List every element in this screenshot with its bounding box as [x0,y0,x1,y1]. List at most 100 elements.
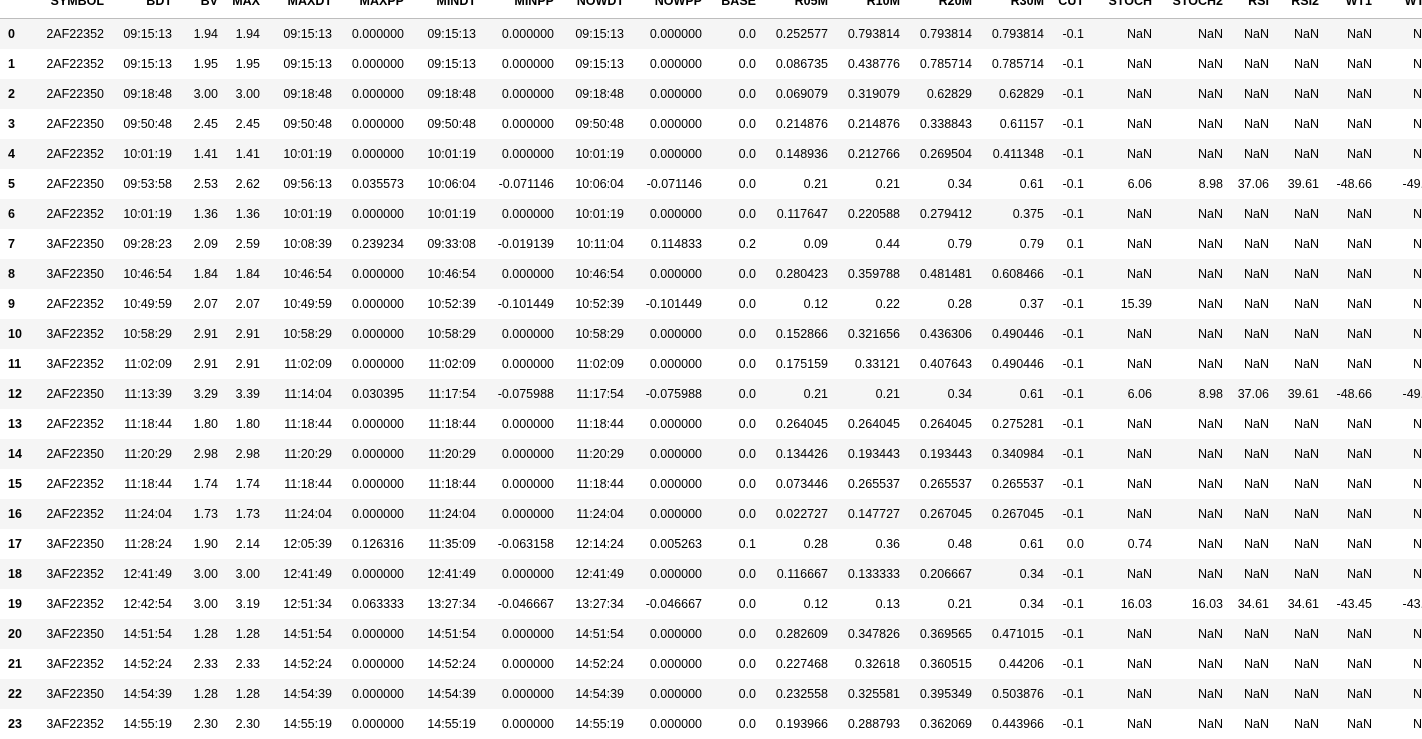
column-header-bv: BV [176,0,222,19]
cell-rsi2: NaN [1273,349,1323,379]
cell-base: 0.0 [706,49,760,79]
cell-base: 0.0 [706,349,760,379]
cell-maxdt: 10:08:39 [264,229,336,259]
cell-bv: 1.84 [176,259,222,289]
cell-stoch2: NaN [1156,649,1227,679]
cell-base: 0.0 [706,259,760,289]
cell-max: 3.00 [222,79,264,109]
cell-wt12: NaN [1376,49,1422,79]
cell-maxdt: 09:50:48 [264,109,336,139]
cell-symbol: 3AF22352 [34,589,108,619]
cell-symbol: 3AF22352 [34,649,108,679]
cell-rsi: 37.06 [1227,169,1273,199]
cell-wt1: NaN [1323,649,1376,679]
cell-nowpp: -0.071146 [628,169,706,199]
cell-nowdt: 14:51:54 [558,619,628,649]
cell-base: 0.0 [706,619,760,649]
table-body: 02AF2235209:15:131.941.9409:15:130.00000… [0,19,1422,739]
cell-nowpp: 0.000000 [628,679,706,709]
cell-mindt: 09:33:08 [408,229,480,259]
column-header-wt12: WT12 [1376,0,1422,19]
cell-wt1: NaN [1323,19,1376,50]
cell-bdt: 14:52:24 [108,649,176,679]
cell-rsi2: NaN [1273,19,1323,50]
cell-wt1: NaN [1323,49,1376,79]
cell-stoch: NaN [1088,79,1156,109]
cell-mindt: 14:55:19 [408,709,480,739]
cell-maxdt: 10:01:19 [264,139,336,169]
row-index: 6 [0,199,34,229]
cell-maxpp: 0.000000 [336,679,408,709]
cell-base: 0.2 [706,229,760,259]
cell-mindt: 09:18:48 [408,79,480,109]
cell-nowdt: 10:01:19 [558,199,628,229]
cell-r20m: 0.267045 [904,499,976,529]
cell-maxdt: 10:46:54 [264,259,336,289]
cell-bv: 2.91 [176,349,222,379]
cell-symbol: 2AF22350 [34,379,108,409]
cell-base: 0.0 [706,649,760,679]
cell-base: 0.1 [706,529,760,559]
cell-rsi2: NaN [1273,559,1323,589]
cell-max: 1.95 [222,49,264,79]
cell-r05m: 0.193966 [760,709,832,739]
cell-maxdt: 12:41:49 [264,559,336,589]
cell-minpp: 0.000000 [480,619,558,649]
table-row: 103AF2235210:58:292.912.9110:58:290.0000… [0,319,1422,349]
cell-minpp: 0.000000 [480,199,558,229]
cell-base: 0.0 [706,589,760,619]
cell-nowdt: 09:15:13 [558,49,628,79]
cell-bv: 1.28 [176,619,222,649]
cell-r05m: 0.232558 [760,679,832,709]
cell-nowpp: 0.000000 [628,199,706,229]
cell-nowpp: -0.075988 [628,379,706,409]
cell-nowpp: 0.000000 [628,109,706,139]
cell-nowdt: 11:02:09 [558,349,628,379]
cell-mindt: 11:17:54 [408,379,480,409]
cell-wt1: NaN [1323,559,1376,589]
cell-wt12: NaN [1376,709,1422,739]
cell-rsi: NaN [1227,319,1273,349]
cell-maxdt: 12:05:39 [264,529,336,559]
cell-r10m: 0.133333 [832,559,904,589]
cell-bv: 2.09 [176,229,222,259]
cell-stoch2: NaN [1156,49,1227,79]
table-row: 92AF2235210:49:592.072.0710:49:590.00000… [0,289,1422,319]
cell-maxdt: 10:01:19 [264,199,336,229]
cell-mindt: 14:52:24 [408,649,480,679]
cell-rsi2: NaN [1273,649,1323,679]
cell-symbol: 3AF22350 [34,229,108,259]
cell-maxdt: 10:49:59 [264,289,336,319]
cell-r20m: 0.395349 [904,679,976,709]
table-row: 32AF2235009:50:482.452.4509:50:480.00000… [0,109,1422,139]
cell-nowpp: 0.000000 [628,649,706,679]
table-row: 83AF2235010:46:541.841.8410:46:540.00000… [0,259,1422,289]
cell-maxdt: 14:51:54 [264,619,336,649]
cell-r10m: 0.347826 [832,619,904,649]
cell-max: 1.94 [222,19,264,50]
cell-mindt: 11:35:09 [408,529,480,559]
cell-symbol: 2AF22352 [34,139,108,169]
cell-bdt: 14:51:54 [108,619,176,649]
cell-maxpp: 0.000000 [336,409,408,439]
row-index: 4 [0,139,34,169]
cell-r30m: 0.793814 [976,19,1048,50]
cell-rsi2: NaN [1273,199,1323,229]
cell-r10m: 0.193443 [832,439,904,469]
cell-minpp: 0.000000 [480,709,558,739]
cell-r20m: 0.279412 [904,199,976,229]
row-index: 10 [0,319,34,349]
cell-r10m: 0.22 [832,289,904,319]
cell-max: 1.74 [222,469,264,499]
cell-nowdt: 10:01:19 [558,139,628,169]
cell-bv: 1.95 [176,49,222,79]
column-header-r10m: R10M [832,0,904,19]
row-index: 5 [0,169,34,199]
cell-bdt: 09:15:13 [108,19,176,50]
cell-r05m: 0.21 [760,169,832,199]
cell-cut: -0.1 [1048,379,1088,409]
table-row: 142AF2235011:20:292.982.9811:20:290.0000… [0,439,1422,469]
cell-rsi: NaN [1227,289,1273,319]
cell-cut: -0.1 [1048,499,1088,529]
cell-nowdt: 11:20:29 [558,439,628,469]
